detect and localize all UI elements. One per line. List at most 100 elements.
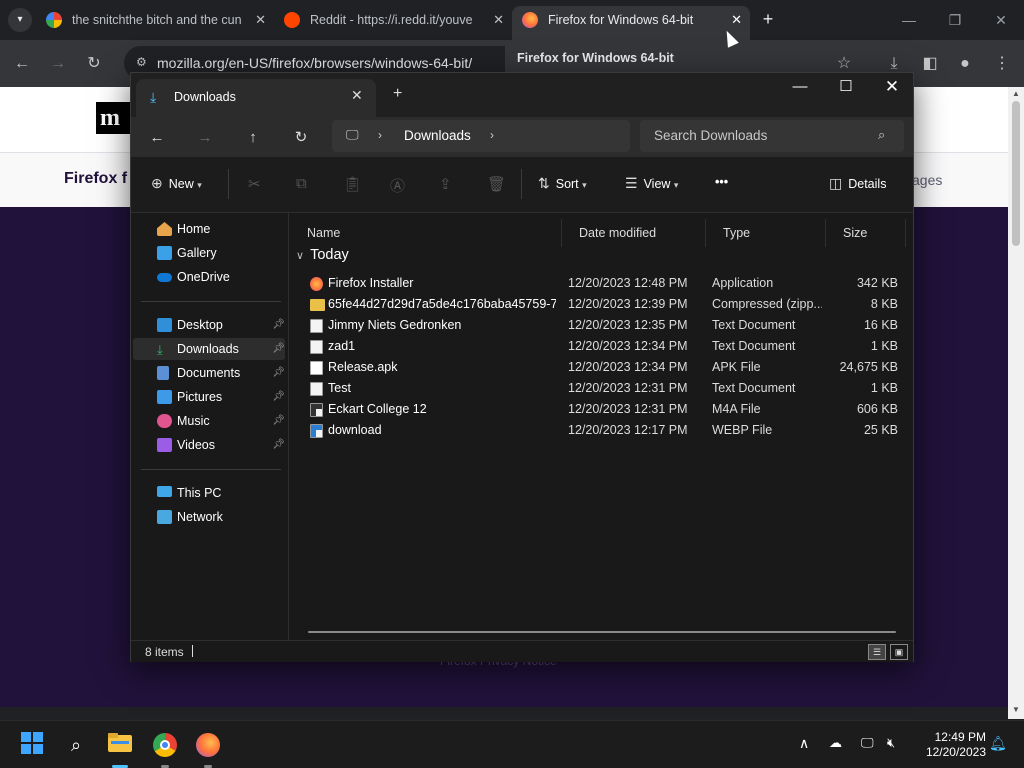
menu-icon[interactable]: ⋮ [988,50,1016,78]
site-info-icon[interactable]: ⚙ [136,55,147,69]
delete-icon[interactable]: 🗑︎ [487,175,506,193]
onedrive-off-icon[interactable]: ☁ [829,735,842,751]
pin-icon[interactable]: 📌︎ [272,386,285,408]
rename-icon[interactable]: Ⓐ [390,175,405,196]
back-icon[interactable]: ← [144,125,170,151]
pin-icon[interactable]: 📌︎ [272,410,285,432]
windows-start-icon[interactable] [18,731,46,759]
up-arrow-icon[interactable]: ↑ [240,125,266,151]
explorer-search-input[interactable]: Search Downloads ⌕ [640,120,904,152]
horizontal-scrollbar[interactable] [308,631,896,633]
profile-icon[interactable]: ● [951,50,979,78]
cut-icon[interactable]: ✂ [248,175,261,193]
restore-icon[interactable]: ❐ [932,8,978,32]
download-arrow-icon: ⤓ [150,89,157,105]
home-icon [157,222,172,236]
close-window-icon[interactable]: ✕ [978,8,1024,32]
group-header-today[interactable]: ∨ Today [296,247,349,263]
sidebar-item-onedrive[interactable]: OneDrive [133,266,285,288]
file-size: 342 KB [856,276,898,290]
pin-icon[interactable]: 📌︎ [272,362,285,384]
file-row[interactable]: Jimmy Niets Gedronken 12/20/2023 12:35 P… [298,315,906,336]
share-icon[interactable]: ⇪ [439,175,452,193]
column-header-name[interactable]: Name [290,219,562,247]
subnav-link[interactable]: ages [912,172,942,188]
file-row[interactable]: zad1 12/20/2023 12:34 PM Text Document 1… [298,336,906,357]
details-view-icon[interactable]: ☰ [868,644,886,660]
new-tab-button[interactable]: + [756,8,780,32]
see-more-button[interactable]: ••• [715,175,728,189]
reload-icon[interactable]: ↻ [80,50,108,78]
file-row[interactable]: 65fe44d27d29d7a5de4c176baba45759-73... 1… [298,294,906,315]
column-header-size[interactable]: Size [826,219,906,247]
sidebar-item-music[interactable]: Music 📌︎ [133,410,285,432]
firefox-icon[interactable] [194,731,222,759]
volume-muted-icon[interactable]: 🔇︎ [887,735,895,751]
notification-bell-icon[interactable]: 🔔︎ [989,735,1007,752]
forward-icon[interactable]: → [192,125,218,151]
browser-tab-reddit[interactable]: Reddit - https://i.redd.it/youve ✕ [274,6,512,40]
minimize-icon[interactable]: — [886,8,932,32]
scroll-thumb[interactable] [1012,101,1020,246]
file-explorer-icon[interactable] [106,731,134,759]
tab-search-button[interactable]: ▾ [8,8,32,32]
explorer-new-tab-button[interactable]: + [393,85,402,103]
copy-icon[interactable]: ⧉ [296,175,307,192]
column-header-date[interactable]: Date modified [562,219,706,247]
file-row[interactable]: Firefox Installer 12/20/2023 12:48 PM Ap… [298,273,906,294]
chevron-right-icon[interactable]: › [490,128,494,142]
minimize-icon[interactable]: — [777,75,823,99]
search-icon[interactable]: ⌕ [62,731,90,759]
browser-tab-firefox[interactable]: Firefox for Windows 64-bit ✕ [512,6,750,40]
new-button[interactable]: ⊕ New ▾ [151,175,202,192]
side-panel-icon[interactable]: ◧ [916,50,944,78]
sidebar-item-this-pc[interactable]: This PC [133,482,285,504]
maximize-icon[interactable]: ☐ [823,75,869,99]
view-button[interactable]: ☰ View ▾ [625,175,678,192]
network-icon[interactable]: 🖵 [861,735,874,751]
sidebar-item-gallery[interactable]: Gallery [133,242,285,264]
breadcrumb-downloads[interactable]: Downloads [404,128,471,143]
refresh-icon[interactable]: ↻ [288,125,314,151]
sidebar-item-documents[interactable]: Documents 📌︎ [133,362,285,384]
sidebar-item-home[interactable]: Home [133,218,285,240]
explorer-address-bar[interactable]: 🖵 › Downloads › [332,120,630,152]
close-icon[interactable]: ✕ [255,6,266,34]
details-button[interactable]: ◫ Details [829,175,886,192]
file-row[interactable]: Test 12/20/2023 12:31 PM Text Document 1… [298,378,906,399]
sort-button[interactable]: ⇅ Sort ▾ [538,175,587,192]
sidebar-item-videos[interactable]: Videos 📌︎ [133,434,285,456]
file-row[interactable]: Release.apk 12/20/2023 12:34 PM APK File… [298,357,906,378]
chevron-up-icon[interactable]: ∧ [799,735,809,752]
pin-icon[interactable]: 📌︎ [272,434,285,456]
file-row[interactable]: download 12/20/2023 12:17 PM WEBP File 2… [298,420,906,441]
chevron-right-icon[interactable]: › [378,128,382,142]
sidebar-item-network[interactable]: Network [133,506,285,528]
close-icon[interactable]: ✕ [493,6,504,34]
explorer-tab[interactable]: ⤓ Downloads ✕ [136,79,376,117]
music-icon [157,414,172,428]
close-window-icon[interactable]: ✕ [869,75,915,99]
sort-icon: ⇅ [538,175,550,191]
large-icons-view-icon[interactable]: ▣ [890,644,908,660]
sidebar-item-desktop[interactable]: Desktop 📌︎ [133,314,285,336]
page-scrollbar[interactable]: ▲ ▼ [1008,87,1024,719]
system-clock[interactable]: 12:49 PM 12/20/2023 [916,730,986,760]
sidebar-item-pictures[interactable]: Pictures 📌︎ [133,386,285,408]
pin-icon[interactable]: 📌︎ [272,338,285,360]
text-file-icon [310,382,323,396]
browser-tab-google[interactable]: the snitchthe bitch and the cun ✕ [36,6,274,40]
pin-icon[interactable]: 📌︎ [272,314,285,336]
sidebar-item-downloads[interactable]: ⤓ Downloads 📌︎ [133,338,285,360]
paste-icon[interactable]: 📋︎ [343,175,362,193]
this-pc-icon[interactable]: 🖵 [346,127,359,143]
scroll-down-icon[interactable]: ▼ [1012,705,1020,714]
back-icon[interactable]: ← [8,50,36,78]
close-icon[interactable]: ✕ [351,87,363,104]
scroll-up-icon[interactable]: ▲ [1012,89,1020,98]
subnav-title[interactable]: Firefox f [64,170,127,188]
file-row[interactable]: Eckart College 12 12/20/2023 12:31 PM M4… [298,399,906,420]
forward-icon[interactable]: → [44,50,72,78]
column-header-type[interactable]: Type [706,219,826,247]
chrome-icon[interactable] [151,731,179,759]
